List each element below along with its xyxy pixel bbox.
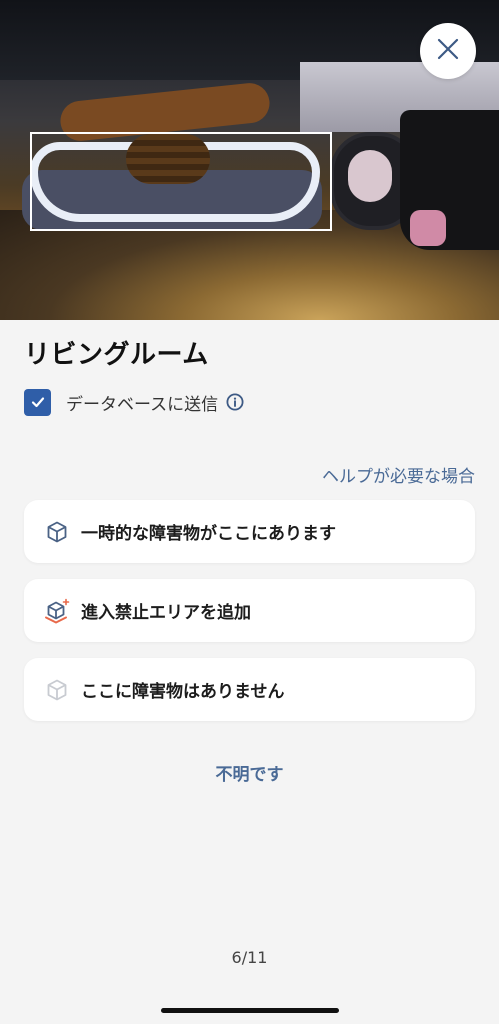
- home-indicator: [161, 1008, 339, 1013]
- option-label: 一時的な障害物がここにあります: [81, 524, 336, 544]
- option-no-obstacle[interactable]: ここに障害物はありません: [24, 658, 475, 721]
- unknown-button[interactable]: 不明です: [0, 760, 499, 785]
- box-icon: [44, 519, 70, 545]
- box-outline-faded-icon: [44, 677, 70, 703]
- option-label: ここに障害物はありません: [81, 682, 285, 702]
- page-indicator: 6/11: [231, 948, 268, 967]
- option-add-no-go-zone[interactable]: 進入禁止エリアを追加: [24, 579, 475, 642]
- checkmark-icon: [31, 393, 45, 412]
- no-go-zone-box-icon: [44, 598, 70, 624]
- info-icon[interactable]: [226, 393, 244, 411]
- help-link[interactable]: ヘルプが必要な場合: [322, 462, 475, 487]
- option-label: 進入禁止エリアを追加: [81, 603, 251, 623]
- send-to-database-label: データベースに送信: [66, 394, 219, 415]
- close-button[interactable]: [420, 23, 476, 79]
- option-temporary-obstacle[interactable]: 一時的な障害物がここにあります: [24, 500, 475, 563]
- close-icon: [437, 38, 459, 64]
- send-to-database-row: データベースに送信: [24, 388, 244, 416]
- detection-bounding-box: [30, 132, 332, 231]
- room-title: リビングルーム: [24, 340, 209, 370]
- send-to-database-checkbox[interactable]: [24, 388, 51, 416]
